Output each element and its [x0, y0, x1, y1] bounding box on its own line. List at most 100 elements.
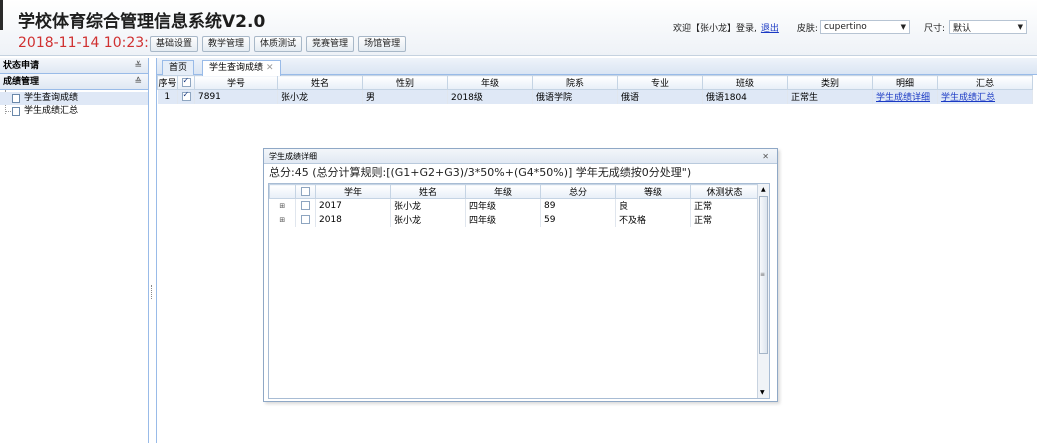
cell-name: 张小龙: [277, 89, 363, 104]
close-icon[interactable]: ✕: [762, 149, 769, 164]
menu-basic-settings[interactable]: 基础设置: [150, 36, 199, 52]
cell-test-status: 正常: [690, 212, 759, 227]
cell-grade: 四年级: [465, 212, 541, 227]
score-detail-link[interactable]: 学生成绩详细: [876, 93, 930, 103]
table-row[interactable]: 1 7891 张小龙 男 2018级 俄语学院 俄语 俄语1804 正常生 学生…: [157, 89, 1033, 104]
tab-strip: 首页 学生查询成绩 ✕: [157, 58, 1037, 76]
cell-student-id: 7891: [194, 89, 278, 104]
tab-query-scores[interactable]: 学生查询成绩 ✕: [202, 60, 281, 76]
cell-name: 张小龙: [390, 212, 466, 227]
main-menu: 基础设置 教学管理 体质测试 竞赛管理 场馆管理: [150, 36, 407, 52]
col-header-summary[interactable]: 汇总: [937, 75, 1033, 90]
dialog-title: 学生成绩详细: [269, 152, 317, 161]
skin-select-value: cupertino: [823, 22, 867, 32]
panel-splitter[interactable]: [151, 285, 153, 299]
cell-class: 俄语1804: [702, 89, 788, 104]
col-header-total[interactable]: 总分: [540, 184, 616, 199]
cell-total: 89: [540, 198, 616, 213]
close-icon[interactable]: ✕: [266, 63, 274, 73]
row-checkbox[interactable]: [181, 90, 191, 101]
col-header-class[interactable]: 班级: [702, 75, 788, 90]
col-header-grade[interactable]: 年级: [447, 75, 533, 90]
col-header-department[interactable]: 院系: [532, 75, 618, 90]
cell-expander[interactable]: ⊞: [269, 212, 296, 227]
cell-total: 59: [540, 212, 616, 227]
cell-checkbox[interactable]: [177, 89, 195, 104]
total-score-summary: 总分:45 (总分计算规则:[(G1+G2+G3)/3*50%+(G4*50%)…: [269, 166, 692, 179]
col-header-major[interactable]: 专业: [617, 75, 703, 90]
col-header-year[interactable]: 学年: [315, 184, 391, 199]
col-header-grade[interactable]: 年级: [465, 184, 541, 199]
tab-home[interactable]: 首页: [162, 60, 195, 75]
expand-icon[interactable]: ≙: [134, 74, 142, 90]
size-label: 尺寸:: [923, 23, 945, 34]
table-header-row: 学年 姓名 年级 总分 等级 休测状态: [269, 184, 759, 199]
col-header-name[interactable]: 姓名: [277, 75, 363, 90]
col-header-no[interactable]: 序号: [157, 75, 178, 90]
cell-checkbox[interactable]: [295, 198, 316, 213]
document-icon: [12, 107, 20, 116]
row-checkbox[interactable]: [301, 214, 310, 224]
menu-venue-management[interactable]: 场馆管理: [358, 36, 407, 52]
col-header-gender[interactable]: 性别: [362, 75, 448, 90]
score-summary-link[interactable]: 学生成绩汇总: [941, 93, 995, 103]
expand-plus-icon[interactable]: ⊞: [279, 216, 285, 224]
chevron-down-icon: ▼: [900, 23, 906, 31]
cell-checkbox[interactable]: [295, 212, 316, 227]
col-header-checkbox[interactable]: [177, 75, 195, 90]
detail-table: 学年 姓名 年级 总分 等级 休测状态 ⊞ 2017 张小龙 四年级 89 良: [269, 184, 759, 227]
cell-grade: 四年级: [465, 198, 541, 213]
col-header-test-status[interactable]: 休测状态: [690, 184, 759, 199]
sidebar-item-label: 学生查询成绩: [24, 93, 79, 103]
table-row[interactable]: ⊞ 2018 张小龙 四年级 59 不及格 正常: [269, 212, 759, 227]
user-toolbar: 欢迎【张小龙】登录, 退出 皮肤: cupertino ▼ 尺寸: 默认 ▼: [673, 20, 1027, 34]
col-header-student-id[interactable]: 学号: [194, 75, 278, 90]
cell-name: 张小龙: [390, 198, 466, 213]
tab-label: 学生查询成绩: [209, 63, 264, 73]
col-header-expander: [269, 184, 296, 199]
size-select-value: 默认: [953, 23, 972, 34]
table-header-row: 序号 学号 姓名 性别 年级 院系 专业 班级 类别 明细 汇总: [157, 75, 1033, 90]
col-header-type[interactable]: 类别: [787, 75, 873, 90]
accordion-title: 状态申请: [3, 61, 40, 71]
row-checkbox[interactable]: [301, 200, 310, 210]
cell-level: 不及格: [615, 212, 691, 227]
col-header-level[interactable]: 等级: [615, 184, 691, 199]
select-all-checkbox[interactable]: [301, 186, 310, 196]
cell-year: 2018: [315, 212, 391, 227]
logout-link[interactable]: 退出: [761, 21, 779, 34]
welcome-text: 欢迎【张小龙】登录,: [673, 23, 757, 34]
sidebar-item-query-scores[interactable]: 学生查询成绩: [0, 92, 148, 105]
menu-fitness-test[interactable]: 体质测试: [254, 36, 303, 52]
accordion-title: 成绩管理: [3, 77, 40, 87]
table-row[interactable]: ⊞ 2017 张小龙 四年级 89 良 正常: [269, 198, 759, 213]
size-select[interactable]: 默认 ▼: [949, 20, 1027, 34]
col-header-detail[interactable]: 明细: [872, 75, 938, 90]
cell-summary: 学生成绩汇总: [937, 89, 1033, 104]
scores-table: 序号 学号 姓名 性别 年级 院系 专业 班级 类别 明细 汇总 1 7891 …: [157, 75, 1033, 104]
cell-major: 俄语: [617, 89, 703, 104]
select-all-checkbox[interactable]: [181, 76, 191, 87]
detail-grid: 学年 姓名 年级 总分 等级 休测状态 ⊞ 2017 张小龙 四年级 89 良: [268, 183, 770, 399]
skin-select[interactable]: cupertino ▼: [819, 20, 910, 34]
expand-plus-icon[interactable]: ⊞: [279, 202, 285, 210]
skin-label: 皮肤:: [796, 23, 818, 34]
cell-level: 良: [615, 198, 691, 213]
col-header-name[interactable]: 姓名: [390, 184, 466, 199]
cell-department: 俄语学院: [532, 89, 618, 104]
accordion-score-management[interactable]: 成绩管理 ≙: [0, 74, 148, 90]
menu-competition-management[interactable]: 竞赛管理: [306, 36, 355, 52]
scroll-down-icon[interactable]: ▼: [760, 389, 765, 396]
dialog-titlebar[interactable]: 学生成绩详细 ✕: [264, 149, 777, 164]
sidebar-item-score-summary[interactable]: 学生成绩汇总: [0, 105, 148, 118]
vertical-scrollbar[interactable]: ▲ ≡ ▼: [757, 184, 769, 398]
cell-grade: 2018级: [447, 89, 533, 104]
menu-teaching-management[interactable]: 教学管理: [202, 36, 251, 52]
scroll-up-icon[interactable]: ▲: [761, 186, 766, 193]
accordion-status-apply[interactable]: 状态申请 ≚: [0, 58, 148, 74]
col-header-checkbox[interactable]: [295, 184, 316, 199]
cell-expander[interactable]: ⊞: [269, 198, 296, 213]
chevron-down-icon: ▼: [1017, 23, 1023, 31]
cell-gender: 男: [362, 89, 448, 104]
collapse-icon[interactable]: ≚: [134, 58, 142, 74]
